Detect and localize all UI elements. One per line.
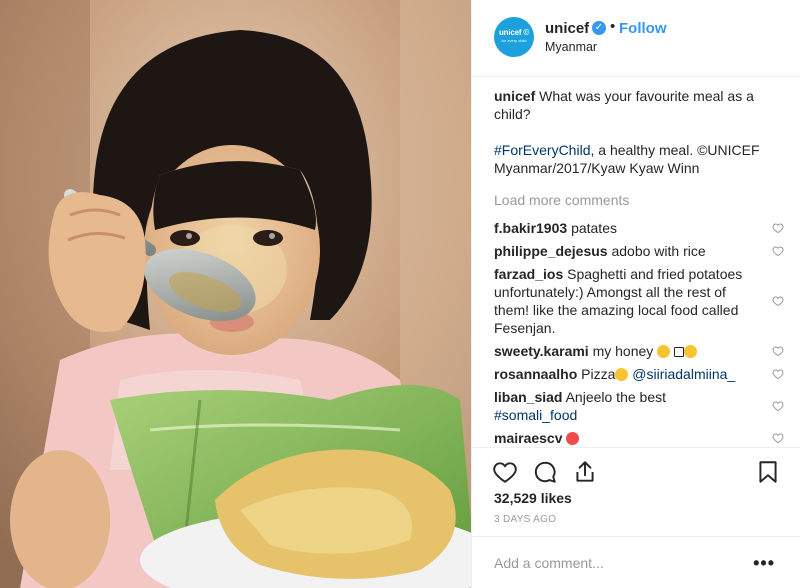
comment-row: f.bakir1903 patates	[494, 219, 784, 237]
comment-row: mairaescv	[494, 429, 784, 447]
comment-row: farzad_ios Spaghetti and fried potatoes …	[494, 265, 784, 337]
comment-text: Anjeelo the best	[565, 389, 666, 405]
like-comment-heart-icon[interactable]	[772, 345, 784, 357]
like-comment-heart-icon[interactable]	[772, 432, 784, 444]
verified-badge-icon: ✓	[592, 21, 606, 35]
add-comment-input[interactable]	[494, 552, 734, 574]
heart-eyes-emoji-icon	[566, 432, 580, 445]
comment-username[interactable]: mairaescv	[494, 430, 563, 446]
missing-glyph-icon	[674, 347, 685, 357]
more-options-button[interactable]: •••	[753, 553, 775, 574]
like-comment-heart-icon[interactable]	[772, 222, 784, 234]
post-panel: unicef © for every child unicef ✓ • Foll…	[471, 0, 800, 588]
header-username[interactable]: unicef	[545, 20, 589, 37]
comment-text: Pizza	[581, 366, 616, 382]
comment-row: sweety.karami my honey	[494, 342, 784, 360]
comment-username[interactable]: sweety.karami	[494, 343, 589, 359]
likes-count[interactable]: 32,529 likes	[494, 490, 572, 506]
smiling-face-emoji-icon	[615, 368, 629, 381]
share-upload-icon[interactable]	[572, 459, 598, 485]
comment-row: liban_siad Anjeelo the best #somali_food	[494, 388, 784, 424]
post-photo[interactable]	[0, 0, 471, 588]
comment-text: my honey	[592, 343, 654, 359]
comment-row: rosannaalho Pizza @siiriadalmiina_	[494, 365, 784, 383]
comment-username[interactable]: liban_siad	[494, 389, 562, 405]
comment-username[interactable]: rosannaalho	[494, 366, 577, 382]
add-comment-bar: •••	[472, 536, 800, 588]
comment-text: adobo with rice	[611, 243, 706, 259]
follow-button[interactable]: Follow	[619, 20, 667, 37]
comment-username[interactable]: philippe_dejesus	[494, 243, 608, 259]
bookmark-icon[interactable]	[755, 459, 781, 485]
comment-username[interactable]: f.bakir1903	[494, 220, 567, 236]
avatar-subtitle: for every child	[501, 38, 527, 43]
like-comment-heart-icon[interactable]	[772, 400, 784, 412]
caption-username[interactable]: unicef	[494, 88, 535, 104]
heart-eyes-emoji-icon	[684, 345, 698, 358]
comment-bubble-icon[interactable]	[532, 459, 558, 485]
like-comment-heart-icon[interactable]	[772, 245, 784, 257]
avatar-brand: unicef ©	[498, 28, 530, 37]
location-link[interactable]: Myanmar	[545, 40, 597, 54]
post-header: unicef © for every child unicef ✓ • Foll…	[472, 0, 800, 77]
child-eating-photo	[0, 0, 471, 588]
like-comment-heart-icon[interactable]	[772, 295, 784, 307]
instagram-post: unicef © for every child unicef ✓ • Foll…	[0, 0, 800, 588]
post-actions: 32,529 likes 3 DAYS AGO •••	[472, 447, 800, 588]
avatar[interactable]: unicef © for every child	[494, 17, 534, 57]
comment-text: patates	[571, 220, 617, 236]
comment-mention[interactable]: @siiriadalmiina_	[632, 366, 735, 382]
comments-list[interactable]: unicef What was your favourite meal as a…	[494, 87, 784, 447]
crying-face-emoji-icon	[657, 345, 671, 358]
comment-hashtag[interactable]: #somali_food	[494, 407, 577, 423]
comment-row: philippe_dejesus adobo with rice	[494, 242, 784, 260]
separator-dot: •	[610, 18, 616, 35]
post-timestamp[interactable]: 3 DAYS AGO	[494, 514, 556, 525]
caption-hashtag[interactable]: #ForEveryChild	[494, 142, 590, 158]
comment-username[interactable]: farzad_ios	[494, 266, 563, 282]
like-comment-heart-icon[interactable]	[772, 368, 784, 380]
like-heart-icon[interactable]	[492, 459, 518, 485]
caption: unicef What was your favourite meal as a…	[494, 87, 784, 177]
load-more-comments-button[interactable]: Load more comments	[494, 191, 784, 209]
